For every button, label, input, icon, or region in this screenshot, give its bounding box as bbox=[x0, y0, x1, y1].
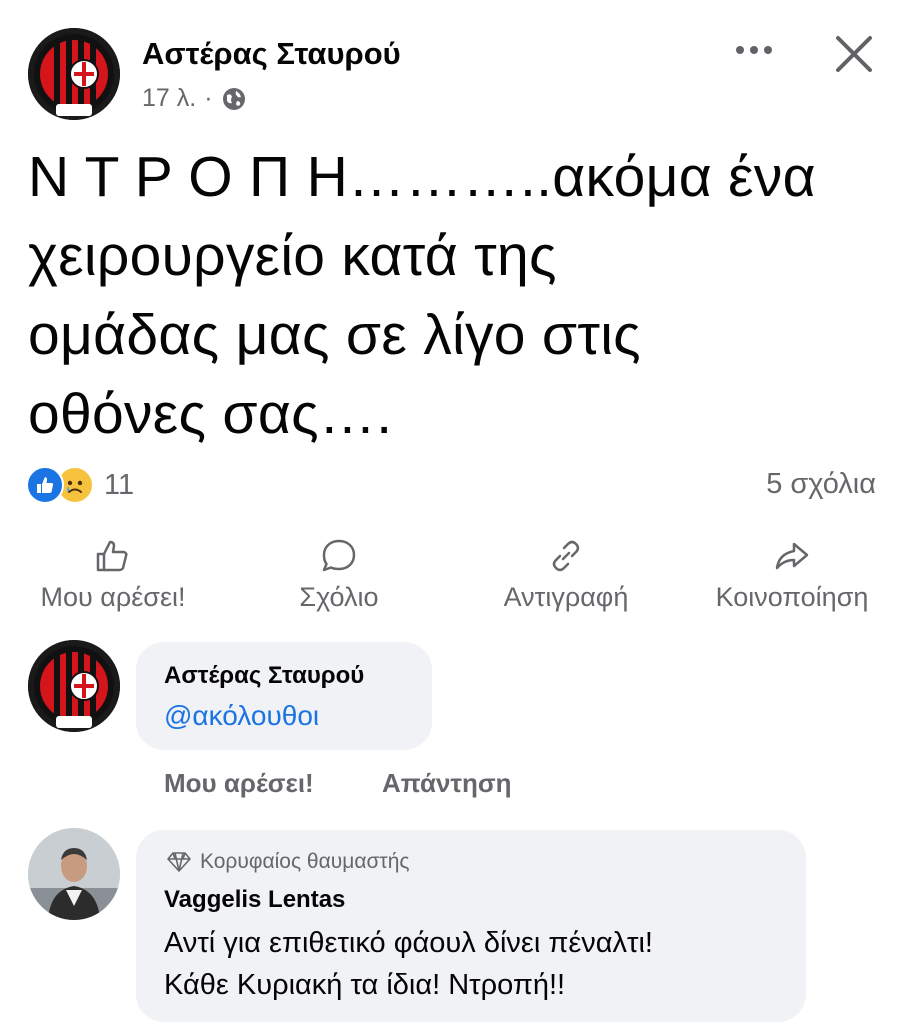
copy-button[interactable]: Αντιγραφή bbox=[476, 536, 656, 613]
post-text-line: Ν Τ Ρ Ο Π Η………..ακόμα ένα bbox=[28, 145, 816, 209]
comment-text: Αντί για επιθετικό φάουλ δίνει πέναλτι! … bbox=[164, 922, 653, 1006]
like-reaction-icon bbox=[26, 466, 64, 504]
post-meta: 17 λ. · bbox=[142, 84, 247, 113]
comment-text-line: Αντί για επιθετικό φάουλ δίνει πέναλτι! bbox=[164, 927, 653, 959]
share-arrow-icon bbox=[772, 536, 812, 576]
comment-bubble[interactable]: Αστέρας Σταυρού @ακόλουθοι bbox=[136, 642, 432, 750]
share-label: Κοινοποίηση bbox=[715, 582, 869, 612]
thumbs-up-icon bbox=[93, 536, 133, 576]
comment-like-button[interactable]: Μου αρέσει! bbox=[164, 768, 314, 799]
comment-label: Σχόλιο bbox=[299, 582, 379, 612]
comment-bubble[interactable]: Κορυφαίος θαυμαστής Vaggelis Lentas Αντί… bbox=[136, 830, 806, 1022]
copy-label: Αντιγραφή bbox=[503, 582, 629, 612]
like-button[interactable]: Μου αρέσει! bbox=[22, 536, 204, 613]
reactions-summary[interactable]: 11 bbox=[26, 466, 134, 504]
comment-icon bbox=[319, 536, 359, 576]
post-text-line: ομάδας μας σε λίγο στις bbox=[28, 303, 641, 367]
club-crest-logo bbox=[28, 28, 120, 120]
comment-author[interactable]: Αστέρας Σταυρού bbox=[164, 662, 364, 690]
club-crest-logo bbox=[28, 640, 120, 732]
meta-separator: · bbox=[204, 84, 213, 112]
top-fan-badge: Κορυφαίος θαυμαστής bbox=[166, 850, 410, 874]
commenter-avatar[interactable] bbox=[28, 828, 120, 920]
comment-text-line: Κάθε Κυριακή τα ίδια! Ντροπή!! bbox=[164, 969, 566, 1001]
comments-count-link[interactable]: 5 σχόλια bbox=[766, 468, 876, 501]
comment-reply-button[interactable]: Απάντηση bbox=[382, 768, 512, 799]
post-text: Ν Τ Ρ Ο Π Η………..ακόμα ένα χειρουργείο κα… bbox=[28, 138, 888, 454]
more-options-icon[interactable] bbox=[730, 30, 778, 70]
post-text-line: οθόνες σας…. bbox=[28, 382, 393, 446]
share-button[interactable]: Κοινοποίηση bbox=[696, 536, 888, 613]
diamond-icon bbox=[166, 851, 192, 873]
page-avatar[interactable] bbox=[28, 28, 120, 120]
link-icon bbox=[546, 536, 586, 576]
profile-photo bbox=[28, 828, 120, 920]
top-fan-label: Κορυφαίος θαυμαστής bbox=[200, 850, 410, 873]
comment-author[interactable]: Vaggelis Lentas bbox=[164, 886, 345, 914]
post-time[interactable]: 17 λ. bbox=[142, 84, 196, 113]
comment-mention-link[interactable]: @ακόλουθοι bbox=[164, 700, 319, 732]
post-author-name[interactable]: Αστέρας Σταυρού bbox=[142, 36, 401, 72]
like-label: Μου αρέσει! bbox=[40, 582, 186, 612]
commenter-avatar[interactable] bbox=[28, 640, 120, 732]
reaction-count: 11 bbox=[104, 468, 135, 501]
post-text-line: χειρουργείο κατά της bbox=[28, 224, 557, 288]
close-icon[interactable] bbox=[830, 30, 878, 78]
comment-button[interactable]: Σχόλιο bbox=[262, 536, 416, 613]
globe-icon bbox=[221, 86, 247, 112]
